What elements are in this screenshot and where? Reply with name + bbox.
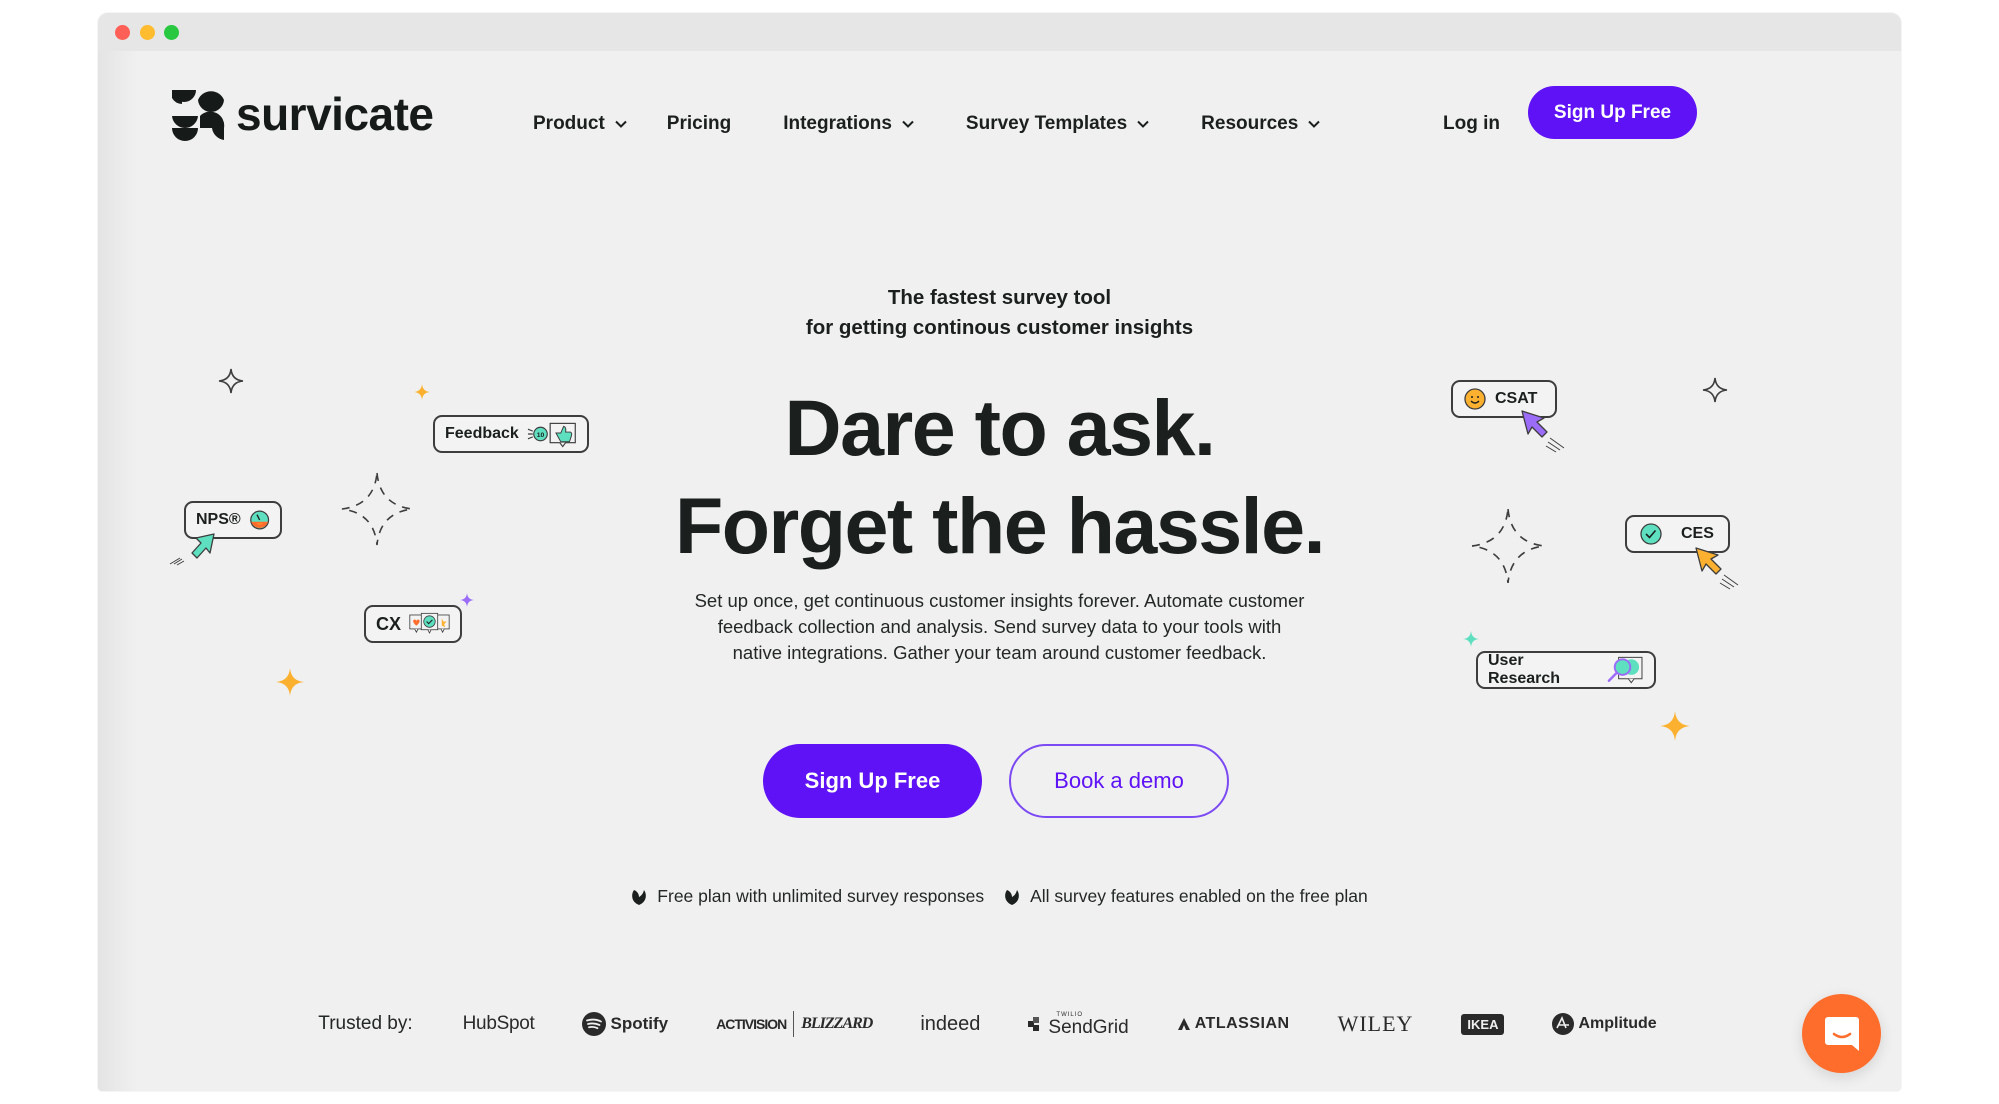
- sparkle-outline-icon: [1702, 377, 1728, 403]
- nav-product[interactable]: Product: [533, 113, 627, 135]
- blizzard-text: BLIZZARD: [801, 1015, 873, 1032]
- csat-badge-label: CSAT: [1495, 390, 1538, 407]
- sendgrid-text: SendGrid: [1048, 1016, 1129, 1038]
- amplitude-icon: [1552, 1013, 1575, 1035]
- perk-item: Free plan with unlimited survey response…: [631, 886, 984, 907]
- nav-integrations[interactable]: Integrations: [783, 113, 914, 135]
- sparkle-orange-icon: [276, 668, 304, 696]
- header-signup-button[interactable]: Sign Up Free: [1528, 86, 1697, 139]
- sparkle-teal-icon: [1463, 631, 1479, 647]
- page: survicate Product Pricing Integrations S…: [98, 51, 1901, 1091]
- perk-text: Free plan with unlimited survey response…: [657, 886, 985, 906]
- survicate-logo[interactable]: survicate: [170, 86, 434, 142]
- title-bar: [98, 13, 1901, 51]
- atlassian-logo: ATLASSIAN: [1177, 1015, 1290, 1033]
- wiley-logo: WILEY: [1337, 1011, 1414, 1036]
- perk-item: All survey features enabled on the free …: [1004, 886, 1368, 907]
- zoom-window-button[interactable]: [164, 25, 179, 40]
- nav-pricing-label: Pricing: [666, 113, 732, 134]
- sparkle-violet-icon: [460, 593, 474, 607]
- chevron-down-icon: [902, 120, 914, 128]
- chat-bubble-smile-icon: [1824, 1016, 1859, 1051]
- cx-reactions-icon: [409, 612, 450, 634]
- nps-gauge-icon: [249, 510, 269, 530]
- close-window-button[interactable]: [115, 25, 130, 40]
- perks-list: Free plan with unlimited survey response…: [98, 886, 1901, 907]
- cursor-yellow-icon: [1695, 547, 1739, 590]
- cx-badge-label: CX: [376, 613, 402, 634]
- chevron-down-icon: [1137, 120, 1149, 128]
- spotify-icon: [582, 1012, 607, 1036]
- amplitude-text: Amplitude: [1578, 1015, 1657, 1032]
- nav-survey-templates[interactable]: Survey Templates: [966, 113, 1149, 135]
- hero-kicker: The fastest survey tool for getting cont…: [98, 283, 1901, 343]
- sparkle-orange-icon: [1660, 711, 1690, 741]
- sparkle-dashed-icon: [1471, 508, 1545, 584]
- sparkle-outline-icon: [218, 368, 244, 394]
- nav-integrations-label: Integrations: [783, 113, 892, 134]
- sendgrid-wordmark: TWILIO SendGrid: [1048, 1012, 1128, 1037]
- user-research-magnifier-icon: [1607, 656, 1643, 684]
- logo-text: survicate: [236, 88, 434, 140]
- kicker-line-1: The fastest survey tool: [887, 286, 1112, 309]
- chat-widget-button[interactable]: [1802, 994, 1881, 1073]
- cursor-violet-icon: [1521, 410, 1565, 453]
- browser-window: survicate Product Pricing Integrations S…: [98, 13, 1901, 1091]
- atlassian-icon: [1177, 1018, 1190, 1030]
- leaf-bullet-icon: [1005, 889, 1019, 905]
- trusted-by-label: Trusted by:: [318, 1013, 413, 1034]
- amplitude-logo: Amplitude: [1552, 1013, 1657, 1035]
- leaf-bullet-icon: [632, 889, 647, 905]
- activision-blizzard-logo: ACTIVISION BLIZZARD: [716, 1011, 873, 1037]
- nav-product-label: Product: [533, 113, 605, 134]
- book-demo-button[interactable]: Book a demo: [1009, 744, 1229, 818]
- nps-badge-label: NPS®: [196, 511, 241, 528]
- cursor-teal-icon: [169, 533, 215, 566]
- user-research-badge: User Research: [1476, 651, 1656, 689]
- check-circle-icon: [1640, 523, 1662, 545]
- sendgrid-icon: [1028, 1017, 1040, 1031]
- hubspot-logo: HubSpot: [462, 1013, 535, 1034]
- spotify-text: Spotify: [610, 1014, 669, 1033]
- ces-badge-label: CES: [1681, 525, 1714, 542]
- hero-signup-button[interactable]: Sign Up Free: [763, 744, 982, 818]
- ikea-logo: IKEA: [1461, 1013, 1505, 1035]
- sparkle-orange-icon: [414, 384, 430, 400]
- trusted-by-row: Trusted by: HubSpot Spotify ACTIVISION B…: [98, 1011, 1901, 1037]
- feedback-score-thumbs-up-icon: 10: [527, 422, 576, 448]
- headline-line-1: Dare to ask.: [784, 383, 1216, 472]
- chevron-down-icon: [615, 120, 627, 128]
- user-research-badge-label: User Research: [1488, 652, 1561, 687]
- nav-pricing[interactable]: Pricing: [667, 113, 731, 135]
- survicate-logo-icon: [172, 90, 225, 141]
- atlassian-text: ATLASSIAN: [1194, 1015, 1290, 1032]
- minimize-window-button[interactable]: [140, 25, 155, 40]
- feedback-score: 10: [537, 432, 545, 439]
- nav-survey-templates-label: Survey Templates: [965, 113, 1128, 134]
- cx-badge: CX: [364, 605, 462, 643]
- chevron-down-icon: [1308, 120, 1321, 128]
- feedback-badge-label: Feedback: [445, 425, 519, 442]
- nav-resources[interactable]: Resources: [1201, 113, 1321, 135]
- perk-text: All survey features enabled on the free …: [1030, 886, 1368, 906]
- smiley-face-icon: [1464, 388, 1486, 410]
- feedback-badge: Feedback 10: [433, 415, 589, 453]
- kicker-line-2: for getting continous customer insights: [805, 316, 1194, 339]
- main-nav: Product Pricing Integrations Survey Temp…: [533, 113, 1321, 135]
- login-link[interactable]: Log in: [1443, 113, 1500, 135]
- sendgrid-logo: TWILIO SendGrid: [1028, 1012, 1129, 1037]
- spotify-logo: Spotify: [582, 1012, 668, 1036]
- logo-divider: [793, 1011, 795, 1037]
- sparkle-dashed-icon: [341, 472, 413, 546]
- indeed-logo: indeed: [920, 1012, 981, 1035]
- activision-text: ACTIVISION: [716, 1016, 787, 1032]
- nav-resources-label: Resources: [1201, 113, 1299, 134]
